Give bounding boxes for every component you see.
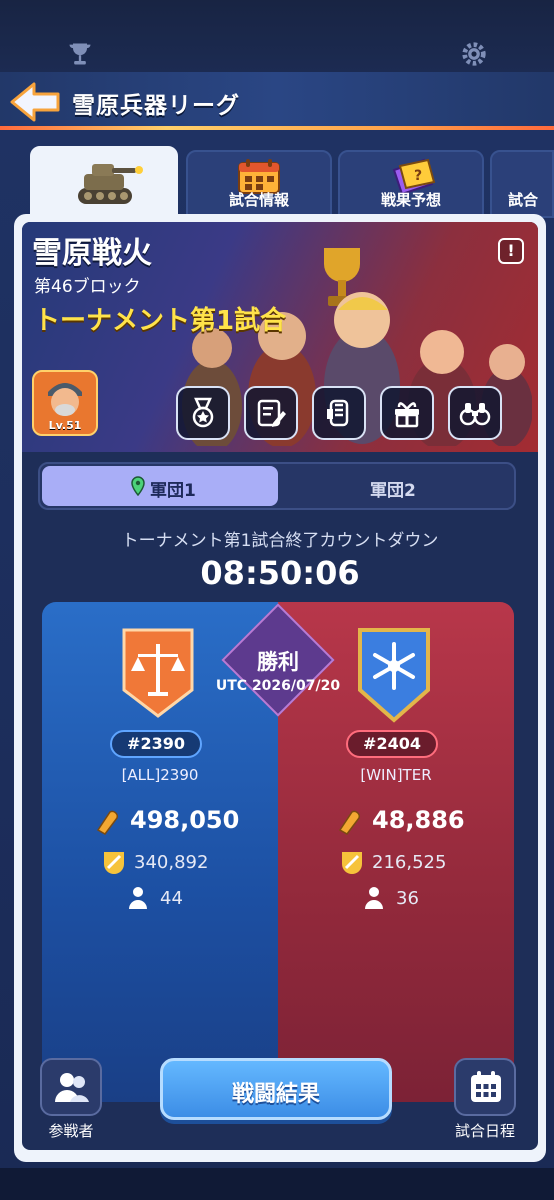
back-arrow-icon[interactable]: [8, 78, 62, 126]
countdown-timer: 08:50:06: [200, 554, 360, 592]
medal-icon: [192, 397, 214, 428]
scales-emblem-icon[interactable]: [120, 626, 196, 720]
segment-team1-label: 軍団1: [150, 481, 196, 501]
match-title: トーナメント第1試合: [34, 306, 287, 336]
tournament-title: 雪原戦火: [32, 236, 152, 271]
location-pin-icon: [131, 476, 145, 496]
participants-label: 参戦者: [48, 1122, 94, 1140]
segment-team2[interactable]: 軍団2: [370, 476, 416, 501]
bullet-icon: [96, 810, 118, 835]
binoculars-button[interactable]: [448, 386, 502, 440]
right-members: 36: [396, 888, 419, 909]
left-members: 44: [160, 888, 183, 909]
trophy-icon[interactable]: [66, 40, 94, 68]
right-members-row: 36: [364, 886, 484, 916]
segment-team1[interactable]: 軍団1: [42, 466, 278, 506]
tab-more[interactable]: 試合: [490, 150, 554, 218]
right-rank-badge: #2404: [346, 730, 438, 758]
left-members-row: 44: [128, 886, 248, 916]
edit-button[interactable]: [244, 386, 298, 440]
binoculars-icon: [459, 403, 491, 426]
tank-icon: [78, 164, 143, 204]
page-title: 雪原兵器リーグ: [72, 93, 240, 119]
right-power-row: 216,525: [340, 850, 510, 880]
right-power: 216,525: [372, 852, 447, 873]
match-date: UTC 2026/07/20: [215, 678, 341, 694]
gift-icon: [395, 402, 419, 428]
victory-label: 勝利: [257, 650, 299, 674]
tab-prediction[interactable]: ? 戦果予想: [338, 150, 484, 218]
level-label: Lv.51: [48, 419, 82, 432]
team-segmented-control: 軍団1 軍団2: [38, 462, 516, 510]
countdown-label: トーナメント第1試合終了カウントダウン: [121, 531, 439, 551]
left-points: 498,050: [130, 806, 240, 834]
gear-icon[interactable]: [460, 40, 488, 68]
right-points-row: 48,886: [334, 806, 514, 836]
participants-button[interactable]: [40, 1058, 102, 1116]
shield-sword-icon: [104, 852, 124, 874]
right-alliance-name: [WIN]TER: [360, 766, 432, 784]
person-icon: [129, 887, 147, 909]
block-label: 第46ブロック: [34, 277, 141, 297]
bottom-bar: [0, 1168, 554, 1200]
person-icon: [365, 887, 383, 909]
tournament-panel: 雪原戦火 第46ブロック トーナメント第1試合 ! Lv.51 軍団1 軍団2 …: [22, 222, 538, 1150]
tab-label: 試合情報: [228, 191, 289, 209]
tab-label: 戦果予想: [380, 191, 441, 209]
right-points: 48,886: [372, 806, 465, 834]
tournament-banner: 雪原戦火 第46ブロック トーナメント第1試合 ! Lv.51: [22, 222, 538, 452]
commander-portrait-icon: [48, 383, 82, 416]
tab-match-info[interactable]: 試合情報: [186, 150, 332, 218]
medal-button[interactable]: [176, 386, 230, 440]
schedule-label: 試合日程: [454, 1122, 515, 1140]
battle-result-label: 戦闘結果: [231, 1082, 320, 1107]
tab-label: 試合: [508, 191, 539, 209]
bullet-icon: [338, 810, 360, 835]
snowflake-emblem-icon[interactable]: [356, 626, 432, 724]
left-power-row: 340,892: [102, 850, 272, 880]
fist-button[interactable]: [312, 386, 366, 440]
schedule-button[interactable]: [454, 1058, 516, 1116]
top-bar: [0, 0, 554, 72]
gift-button[interactable]: [380, 386, 434, 440]
left-alliance-name: [ALL]2390: [121, 766, 199, 784]
left-power: 340,892: [134, 852, 209, 873]
left-points-row: 498,050: [92, 806, 272, 836]
battle-result-button[interactable]: 戦闘結果: [160, 1058, 392, 1120]
calendar-grid-icon: [471, 1071, 501, 1102]
info-button[interactable]: !: [498, 238, 524, 264]
fist-icon: [327, 399, 349, 427]
avatar[interactable]: Lv.51: [32, 370, 98, 436]
svg-text:?: ?: [414, 168, 422, 184]
edit-icon: [257, 399, 286, 427]
left-rank-badge: #2390: [110, 730, 202, 758]
people-icon: [55, 1073, 89, 1102]
shield-sword-icon: [342, 852, 362, 874]
tab-tournament[interactable]: [30, 146, 178, 222]
